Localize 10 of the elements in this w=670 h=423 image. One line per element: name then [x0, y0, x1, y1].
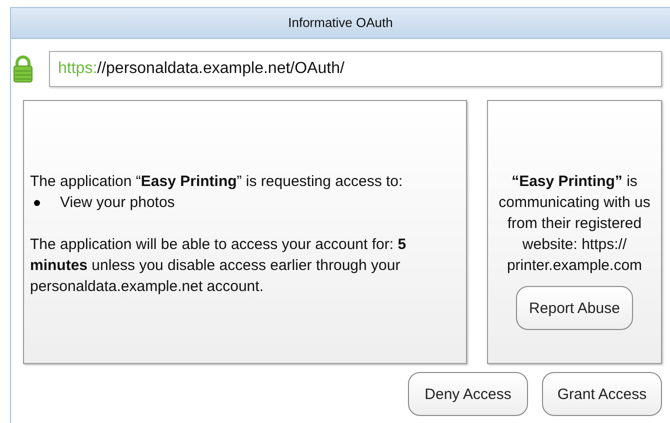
report-abuse-button[interactable]: Report Abuse	[516, 286, 633, 330]
permission-item: View your photos	[60, 193, 175, 213]
origin-text: “Easy Printing” is communicating with us from their registered website: https:// printer.example.com	[498, 172, 652, 276]
request-text: The application “Easy Printing” is requesting access to:	[30, 172, 404, 192]
window-title: Informative OAuth	[11, 7, 670, 39]
action-button[interactable]: Deny Access	[408, 372, 528, 416]
duration-text: The application will be able to access your account for: 5 minutes unless you disable access earlier through your personaldata.example.net account.	[30, 235, 408, 297]
address-field[interactable]: https://personaldata.example.net/OAuth/	[49, 51, 662, 87]
action-button[interactable]: Grant Access	[542, 372, 662, 416]
bullet-icon	[34, 200, 40, 206]
